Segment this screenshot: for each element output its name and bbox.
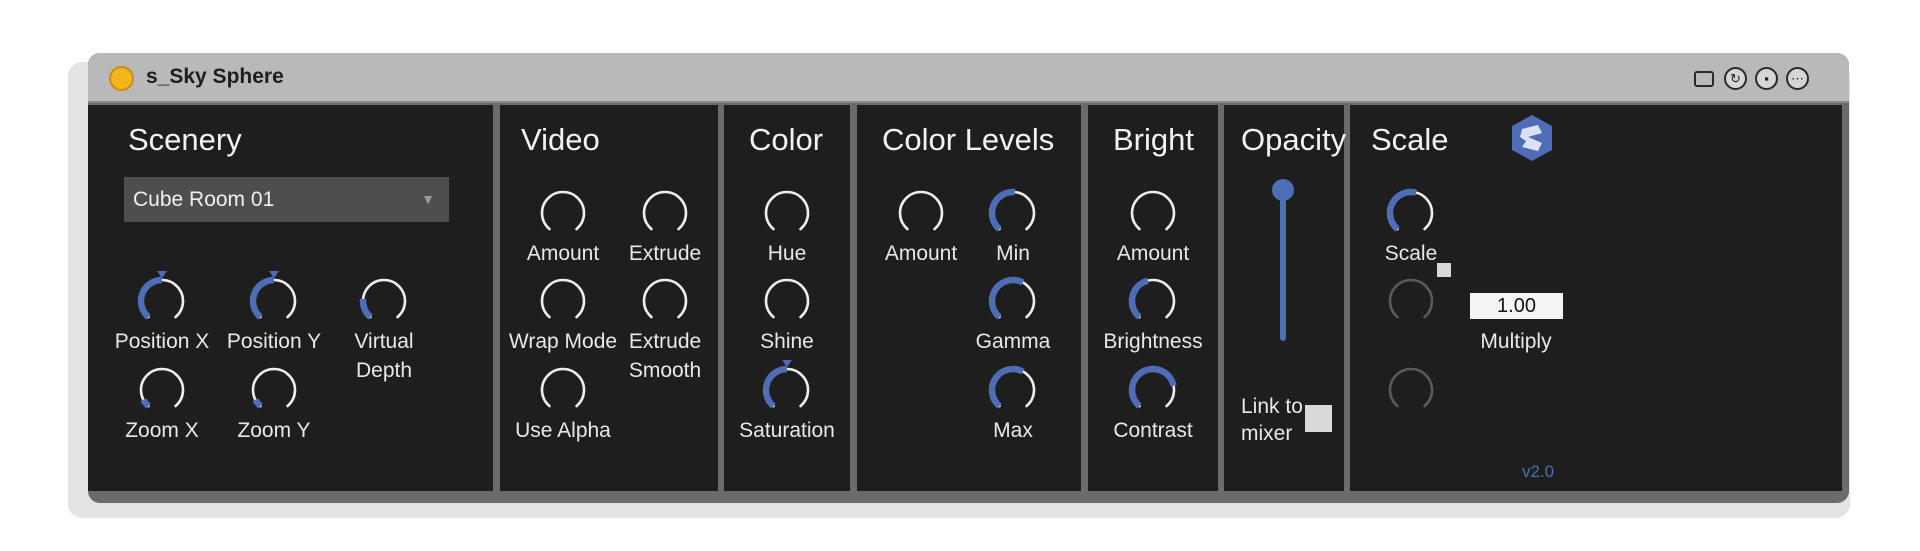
- video-amount-knob[interactable]: [535, 183, 591, 239]
- extrude-smooth-label-line2: Smooth: [628, 359, 702, 382]
- extrude-knob[interactable]: [637, 183, 693, 239]
- video-title: Video: [521, 122, 600, 157]
- chevron-down-icon: ▼: [421, 191, 435, 207]
- brand-logo-icon: [1512, 115, 1552, 161]
- scenery-title: Scenery: [128, 122, 242, 157]
- zoom-y-label: Zoom Y: [237, 419, 311, 442]
- virtual-depth-knob[interactable]: [356, 271, 412, 327]
- more-icon[interactable]: ⋯: [1786, 67, 1809, 90]
- link-to-mixer-checkbox[interactable]: [1305, 405, 1332, 432]
- color-levels-title: Color Levels: [882, 122, 1055, 157]
- video-amount-label: Amount: [526, 242, 600, 265]
- contrast-label: Contrast: [1113, 419, 1193, 442]
- wrap-mode-knob[interactable]: [535, 271, 591, 327]
- extrude-label: Extrude: [628, 242, 702, 265]
- shine-label: Shine: [760, 330, 814, 353]
- scale-knob[interactable]: [1383, 183, 1439, 239]
- scale-title: Scale: [1371, 122, 1449, 157]
- virtual-depth-label-line1: Virtual: [354, 330, 414, 353]
- opacity-slider-track[interactable]: [1280, 189, 1286, 341]
- device-toggle-button[interactable]: [109, 66, 134, 91]
- hue-knob[interactable]: [759, 183, 815, 239]
- zoom-y-knob[interactable]: [246, 360, 302, 416]
- multiply-number-box[interactable]: 1.00: [1470, 293, 1563, 319]
- position-y-knob[interactable]: [246, 271, 302, 327]
- title-bar: s_Sky Sphere ↻ ▪ ⋯: [88, 53, 1849, 103]
- min-label: Min: [996, 242, 1030, 265]
- video-section: Video Amount Extrude Wrap Mode Extrude S…: [500, 105, 718, 491]
- window-icon[interactable]: [1694, 71, 1714, 87]
- saturation-knob[interactable]: [759, 360, 815, 416]
- scale-checkbox[interactable]: [1437, 263, 1451, 277]
- levels-amount-label: Amount: [884, 242, 958, 265]
- brightness-knob[interactable]: [1125, 271, 1181, 327]
- max-knob[interactable]: [985, 360, 1041, 416]
- bright-title: Bright: [1113, 122, 1194, 157]
- gamma-label: Gamma: [975, 330, 1051, 353]
- position-x-knob[interactable]: [134, 271, 190, 327]
- max-label: Max: [993, 419, 1033, 442]
- gamma-knob[interactable]: [985, 271, 1041, 327]
- bright-amount-knob[interactable]: [1125, 183, 1181, 239]
- scenery-preset-dropdown[interactable]: Cube Room 01 ▼: [124, 177, 449, 222]
- scale-section: Scale Scale 1.00 Multiply v2.0: [1350, 105, 1842, 491]
- use-alpha-knob[interactable]: [535, 360, 591, 416]
- link-to-mixer-label-line2: mixer: [1241, 422, 1293, 445]
- opacity-slider-handle[interactable]: [1272, 179, 1294, 201]
- device-title: s_Sky Sphere: [146, 65, 284, 88]
- shine-knob[interactable]: [759, 271, 815, 327]
- version-label: v2.0: [1522, 462, 1555, 481]
- sync-icon[interactable]: ↻: [1724, 67, 1747, 90]
- min-knob[interactable]: [985, 183, 1041, 239]
- saturation-label: Saturation: [739, 419, 835, 442]
- scale-label: Scale: [1384, 242, 1438, 265]
- color-levels-section: Color Levels Amount Min Gamma Max: [857, 105, 1081, 491]
- position-x-label: Position X: [114, 330, 210, 353]
- hue-label: Hue: [767, 242, 807, 265]
- scenery-section: Scenery Cube Room 01 ▼ Position X Positi…: [88, 105, 493, 491]
- opacity-section: Opacity Link to mixer: [1224, 105, 1347, 491]
- save-icon[interactable]: ▪: [1755, 67, 1778, 90]
- scenery-preset-value: Cube Room 01: [133, 188, 275, 211]
- levels-amount-knob[interactable]: [893, 183, 949, 239]
- bright-amount-label: Amount: [1116, 242, 1190, 265]
- contrast-knob[interactable]: [1125, 360, 1181, 416]
- color-section: Color Hue Shine Saturation: [724, 105, 850, 491]
- zoom-x-knob[interactable]: [134, 360, 190, 416]
- device-window: s_Sky Sphere ↻ ▪ ⋯ Scenery Cube Room 01 …: [88, 53, 1849, 503]
- virtual-depth-label-line2: Depth: [355, 359, 413, 382]
- scale-tertiary-knob[interactable]: [1383, 360, 1439, 416]
- extrude-smooth-label-line1: Extrude: [628, 330, 702, 353]
- use-alpha-label: Use Alpha: [515, 419, 611, 442]
- link-to-mixer-label-line1: Link to: [1241, 395, 1303, 418]
- brightness-label: Brightness: [1103, 330, 1203, 353]
- position-y-label: Position Y: [226, 330, 322, 353]
- zoom-x-label: Zoom X: [125, 419, 199, 442]
- opacity-title: Opacity: [1241, 122, 1347, 157]
- extrude-smooth-knob[interactable]: [637, 271, 693, 327]
- bright-section: Bright Amount Brightness Contrast: [1088, 105, 1218, 491]
- color-title: Color: [749, 122, 824, 157]
- scale-secondary-knob[interactable]: [1383, 271, 1439, 327]
- multiply-label: Multiply: [1480, 330, 1552, 353]
- wrap-mode-label: Wrap Mode: [508, 330, 618, 353]
